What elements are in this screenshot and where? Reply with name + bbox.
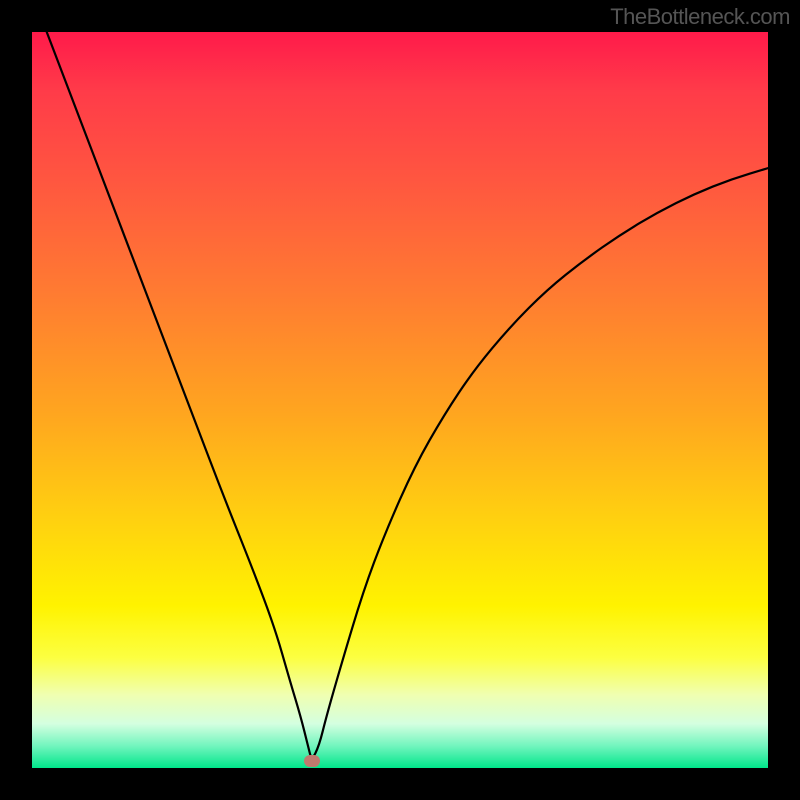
bottleneck-curve xyxy=(47,32,768,757)
plot-area xyxy=(32,32,768,768)
optimum-marker xyxy=(304,755,320,767)
watermark-text: TheBottleneck.com xyxy=(610,4,790,30)
curve-svg xyxy=(32,32,768,768)
